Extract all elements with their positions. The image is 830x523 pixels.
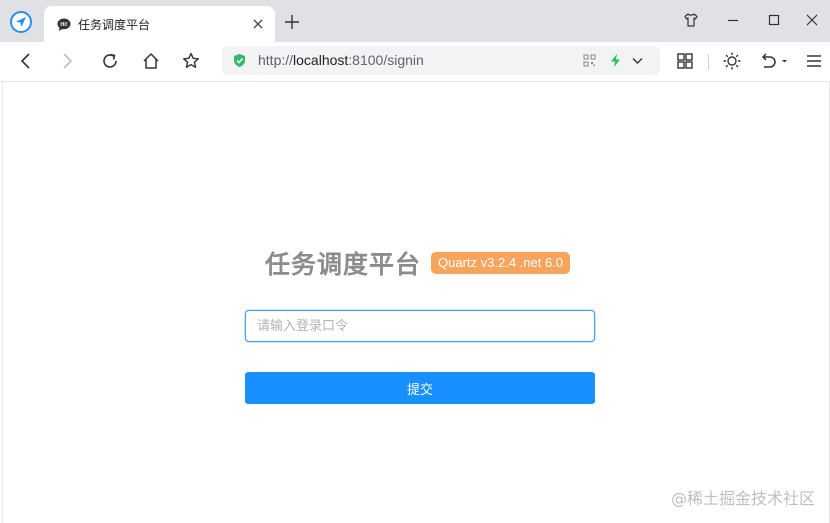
back-icon[interactable]	[16, 51, 36, 71]
forward-icon[interactable]	[57, 51, 77, 71]
qr-code-icon[interactable]	[582, 53, 597, 68]
svg-text:Hi!: Hi!	[60, 22, 68, 28]
maximize-icon[interactable]	[766, 12, 782, 28]
close-tab-icon[interactable]	[251, 17, 265, 31]
chat-bubble-icon: Hi!	[57, 18, 71, 31]
secure-shield-icon[interactable]	[232, 53, 247, 68]
watermark: @稀土掘金技术社区	[670, 489, 815, 508]
bookmark-star-icon[interactable]	[181, 51, 201, 71]
url-host: localhost	[293, 52, 349, 68]
url-path: :8100/signin	[348, 52, 424, 68]
tab-active[interactable]: Hi! 任务调度平台	[44, 6, 275, 42]
browser-logo-icon[interactable]	[10, 11, 32, 33]
lightning-icon[interactable]	[608, 53, 623, 68]
toolbar-divider	[708, 54, 709, 70]
page-title: 任务调度平台	[265, 250, 422, 279]
login-token-input[interactable]	[245, 310, 595, 342]
chevron-down-icon[interactable]	[630, 53, 645, 68]
submit-button[interactable]: 提交	[245, 372, 595, 404]
brightness-icon[interactable]	[722, 51, 742, 71]
undo-icon[interactable]	[758, 51, 788, 71]
reload-icon[interactable]	[100, 51, 120, 71]
menu-icon[interactable]	[804, 51, 824, 71]
page-content: 任务调度平台 Quartz v3.2.4 .net 6.0 提交 @稀土掘金技术社…	[2, 82, 830, 523]
tab-title: 任务调度平台	[78, 18, 151, 32]
minimize-icon[interactable]	[725, 12, 741, 28]
browser-window: Hi! 任务调度平台 http://localhost:8100/signin …	[0, 0, 830, 523]
tab-strip: Hi! 任务调度平台	[0, 0, 830, 42]
url-scheme: http://	[258, 52, 294, 68]
home-icon[interactable]	[141, 51, 161, 71]
url-text[interactable]: http://localhost:8100/signin	[258, 52, 424, 68]
new-tab-icon[interactable]	[284, 14, 300, 30]
close-window-icon[interactable]	[804, 12, 820, 28]
browser-toolbar: http://localhost:8100/signin	[0, 42, 830, 82]
apps-grid-icon[interactable]	[675, 51, 695, 71]
version-badge: Quartz v3.2.4 .net 6.0	[431, 252, 571, 274]
login-header: 任务调度平台 Quartz v3.2.4 .net 6.0	[265, 245, 571, 281]
address-bar[interactable]: http://localhost:8100/signin	[222, 46, 660, 75]
skin-shirt-icon[interactable]	[683, 12, 699, 28]
